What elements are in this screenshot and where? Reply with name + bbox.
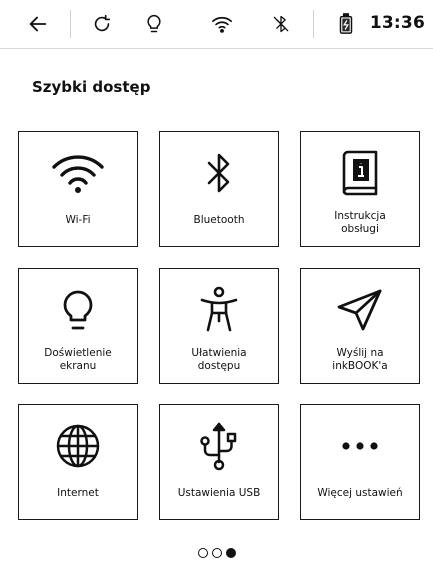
tile-label: Więcej ustawień [317,487,403,499]
separator [313,10,314,38]
refresh-icon[interactable] [86,8,118,40]
more-dots-icon [340,423,380,469]
tile-wifi[interactable]: Wi-Fi [18,131,138,247]
back-arrow-icon[interactable] [22,8,54,40]
tile-internet[interactable]: Internet [18,404,138,520]
manual-book-icon [340,150,380,196]
usb-icon [199,422,239,471]
tile-label: Wyślij na inkBOOK'a [332,347,388,372]
lightbulb-icon [61,287,95,333]
tile-label: Ułatwienia dostępu [191,347,247,372]
send-icon [336,287,384,333]
tile-send-to-inkbook[interactable]: Wyślij na inkBOOK'a [300,268,420,384]
accessibility-icon [199,286,239,333]
status-bar: 13:36 [0,0,433,49]
tile-usb-settings[interactable]: Ustawienia USB [159,404,279,520]
section-title: Szybki dostęp [32,78,151,96]
tile-manual[interactable]: Instrukcja obsługi [300,131,420,247]
tile-bluetooth[interactable]: Bluetooth [159,131,279,247]
tile-label: Instrukcja obsługi [334,210,386,235]
tile-label: Ustawienia USB [177,487,261,499]
tile-frontlight[interactable]: Doświetlenie ekranu [18,268,138,384]
wifi-icon[interactable] [206,8,238,40]
battery-charging-icon [330,8,362,40]
bluetooth-off-icon[interactable] [265,8,297,40]
page-dot[interactable] [211,548,222,558]
page-dot[interactable] [197,548,208,558]
tile-accessibility[interactable]: Ułatwienia dostępu [159,268,279,384]
bluetooth-icon [204,150,234,196]
clock: 13:36 [369,13,425,33]
tile-label: Internet [57,487,99,499]
page-dot-active[interactable] [225,548,236,558]
wifi-icon [51,150,105,196]
tile-more-settings[interactable]: Więcej ustawień [300,404,420,520]
globe-icon [55,423,101,469]
tile-label: Doświetlenie ekranu [44,347,112,372]
tile-label: Wi-Fi [65,214,91,226]
separator [70,10,71,38]
tile-label: Bluetooth [193,214,245,226]
page-indicator [0,548,433,558]
lightbulb-icon[interactable] [138,8,170,40]
